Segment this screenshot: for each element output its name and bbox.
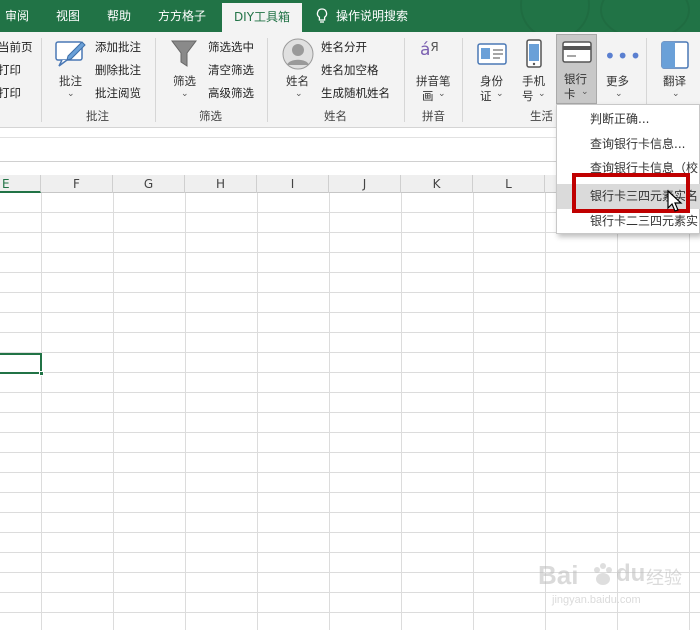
tab-help[interactable]: 帮助 bbox=[98, 0, 140, 32]
comment-label: 批注 bbox=[59, 74, 82, 88]
tell-me-search[interactable]: 操作说明搜索 bbox=[336, 0, 426, 32]
group-label-name: 姓名 bbox=[324, 109, 347, 123]
menu-item-query-info[interactable]: 查询银行卡信息... bbox=[557, 132, 700, 157]
chevron-down-icon: ⌄ bbox=[672, 89, 680, 99]
name-big-button[interactable]: 姓名 ⌄ bbox=[279, 36, 317, 104]
translate-label: 翻译 bbox=[663, 74, 686, 88]
bank-card-label-2: 卡 bbox=[564, 87, 576, 101]
mouse-pointer-icon bbox=[666, 189, 684, 212]
group-label-life: 生活 bbox=[530, 109, 553, 123]
current-page-button[interactable]: 当前页 bbox=[0, 39, 33, 55]
ribbon-tab-bar: 审阅 视图 帮助 方方格子 DIY工具箱 操作说明搜索 bbox=[0, 0, 700, 40]
filter-label: 筛选 bbox=[173, 74, 196, 88]
pinyin-label-1: 拼音笔 bbox=[416, 74, 451, 88]
chevron-down-icon: ⌄ bbox=[181, 89, 189, 99]
tab-review[interactable]: 审阅 bbox=[0, 0, 34, 32]
group-label-pinyin: 拼音 bbox=[422, 109, 445, 123]
advanced-filter-button[interactable]: 高级筛选 bbox=[208, 85, 254, 101]
phone-button[interactable]: 手机 号 ⌄ bbox=[516, 36, 552, 104]
group-label-comment: 批注 bbox=[86, 109, 109, 123]
more-label: 更多 bbox=[606, 74, 629, 88]
mobile-phone-icon bbox=[525, 39, 543, 69]
column-header[interactable]: L bbox=[473, 175, 545, 193]
filter-selected-button[interactable]: 筛选选中 bbox=[208, 39, 254, 55]
tab-fangfang[interactable]: 方方格子 bbox=[150, 0, 214, 32]
column-header[interactable]: G bbox=[113, 175, 185, 193]
id-card-label-1: 身份 bbox=[480, 74, 503, 88]
delete-comment-button[interactable]: 删除批注 bbox=[95, 62, 141, 78]
comment-review-button[interactable]: 批注阅览 bbox=[95, 85, 141, 101]
paw-icon bbox=[592, 562, 614, 586]
phone-label-1: 手机 bbox=[522, 74, 545, 88]
chevron-down-icon: ⌄ bbox=[496, 89, 504, 99]
add-comment-button[interactable]: 添加批注 bbox=[95, 39, 141, 55]
bank-card-label-1: 银行 bbox=[564, 72, 587, 86]
group-separator bbox=[41, 38, 42, 122]
column-header[interactable]: F bbox=[41, 175, 113, 193]
id-card-label-2: 证 bbox=[480, 89, 492, 103]
translate-button[interactable]: 翻译 ⌄ bbox=[656, 36, 696, 104]
phone-label-2: 号 bbox=[522, 89, 534, 103]
column-header[interactable]: E bbox=[0, 175, 41, 193]
column-header[interactable]: K bbox=[401, 175, 473, 193]
pinyin-stroke-button[interactable]: áЯ 拼音笔 画 ⌄ bbox=[412, 36, 456, 104]
group-label-filter: 筛选 bbox=[199, 109, 222, 123]
pinyin-label-2: 画 bbox=[422, 89, 434, 103]
tab-view[interactable]: 视图 bbox=[48, 0, 88, 32]
id-card-icon bbox=[477, 42, 507, 66]
watermark-url: jingyan.baidu.com bbox=[552, 594, 641, 606]
more-dots-icon: ••• bbox=[604, 44, 643, 68]
bank-card-button[interactable]: 银行 卡 ⌄ bbox=[556, 34, 597, 104]
name-add-space-button[interactable]: 姓名加空格 bbox=[321, 62, 379, 78]
print-button[interactable]: 打印 bbox=[0, 62, 21, 78]
column-header[interactable]: H bbox=[185, 175, 257, 193]
chevron-down-icon: ⌄ bbox=[67, 89, 75, 99]
group-separator bbox=[462, 38, 463, 122]
person-icon bbox=[282, 38, 314, 70]
watermark-suffix: 经验 bbox=[646, 568, 682, 589]
group-separator bbox=[155, 38, 156, 122]
watermark-brand: Bai bbox=[538, 560, 579, 590]
print-button-2[interactable]: 打印 bbox=[0, 85, 21, 101]
group-separator bbox=[267, 38, 268, 122]
comment-big-button[interactable]: 批注 ⌄ bbox=[52, 36, 90, 104]
lightbulb-icon bbox=[316, 8, 328, 24]
bank-card-dropdown-menu: 判断正确... 查询银行卡信息... 查询银行卡信息（校 银行卡三四元素实名 银… bbox=[556, 104, 700, 234]
column-header[interactable]: I bbox=[257, 175, 329, 193]
chevron-down-icon: ⌄ bbox=[615, 89, 623, 99]
chevron-down-icon: ⌄ bbox=[438, 89, 446, 99]
active-cell[interactable] bbox=[0, 353, 44, 376]
funnel-icon bbox=[170, 38, 198, 70]
baidu-watermark: Bai du 经验 jingyan.baidu.com bbox=[530, 556, 700, 616]
more-button[interactable]: ••• 更多 ⌄ bbox=[600, 36, 641, 104]
name-label: 姓名 bbox=[286, 74, 309, 88]
watermark-brand-2: du bbox=[616, 560, 646, 587]
pinyin-icon: áЯ bbox=[420, 40, 439, 60]
group-separator bbox=[404, 38, 405, 122]
chevron-down-icon: ⌄ bbox=[538, 89, 546, 99]
menu-item-validate[interactable]: 判断正确... bbox=[557, 107, 700, 132]
column-header[interactable]: J bbox=[329, 175, 401, 193]
tab-diy-toolbox[interactable]: DIY工具箱 bbox=[222, 3, 302, 32]
fill-handle[interactable] bbox=[39, 371, 44, 376]
filter-big-button[interactable]: 筛选 ⌄ bbox=[166, 36, 202, 104]
id-card-button[interactable]: 身份 证 ⌄ bbox=[474, 36, 510, 104]
translate-book-icon bbox=[660, 40, 690, 70]
split-name-button[interactable]: 姓名分开 bbox=[321, 39, 367, 55]
clear-filter-button[interactable]: 清空筛选 bbox=[208, 62, 254, 78]
random-name-button[interactable]: 生成随机姓名 bbox=[321, 85, 390, 101]
comment-pen-icon bbox=[54, 38, 88, 68]
chevron-down-icon: ⌄ bbox=[295, 89, 303, 99]
bank-card-icon bbox=[562, 41, 592, 63]
chevron-down-icon: ⌄ bbox=[581, 87, 589, 97]
